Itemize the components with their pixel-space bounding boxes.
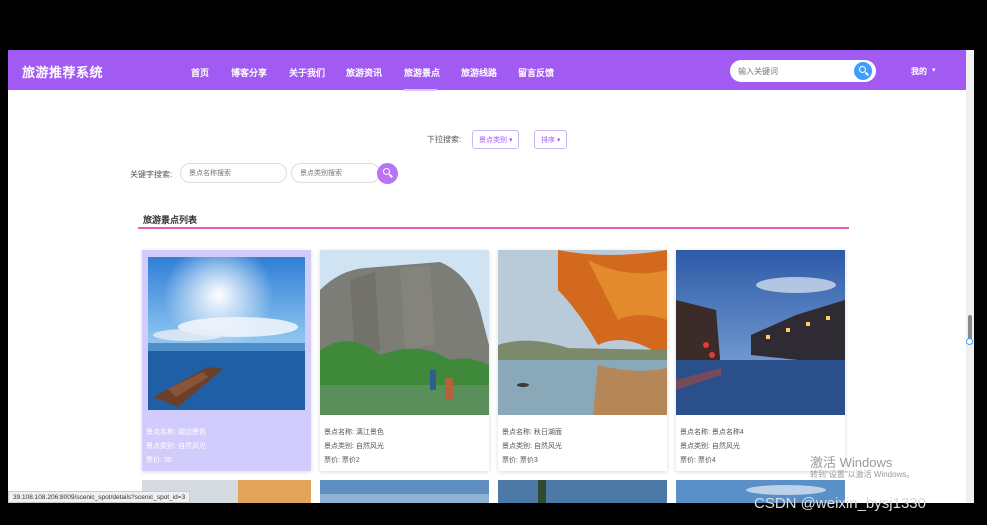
- top-letterbox: [0, 0, 987, 50]
- category-dropdown[interactable]: 景点类别 ▾: [472, 130, 520, 149]
- name-search-input[interactable]: [189, 168, 269, 179]
- csdn-watermark: CSDN @weixin_bysj1330: [754, 495, 926, 512]
- nav-blog[interactable]: 博客分享: [231, 66, 267, 79]
- scenic-image-autumn-lake: [498, 250, 667, 415]
- card-price: 票价: 票价2: [324, 457, 360, 464]
- navbar: 旅游推荐系统 首页 博客分享 关于我们 旅游资讯 旅游景点 旅游线路 留言反馈 …: [8, 50, 974, 91]
- header-search-input[interactable]: [738, 65, 850, 77]
- windows-activation-hint: 转到"设置"以激活 Windows。: [810, 470, 915, 479]
- nav-news[interactable]: 旅游资讯: [346, 66, 382, 79]
- card-type: 景点类别: 自然风光: [324, 443, 384, 450]
- keyword-search-label: 关键字搜索:: [130, 170, 173, 179]
- sort-dropdown[interactable]: 排序 ▾: [534, 130, 568, 149]
- nav-active-indicator: [404, 89, 437, 91]
- status-bar-url: 39.108.108.206:8009/scenic_spot/details?…: [8, 491, 191, 503]
- card-name: 景点名称: 漓江景色: [324, 429, 384, 436]
- category-dropdown-label: 景点类别: [479, 137, 507, 144]
- header-search-button[interactable]: [854, 62, 872, 80]
- sort-dropdown-label: 排序: [541, 137, 555, 144]
- type-search-input[interactable]: [300, 168, 380, 179]
- card-name: 景点名称: 秋日湖面: [502, 429, 562, 436]
- scenic-card[interactable]: 景点名称: 漓江景色 景点类别: 自然风光 票价: 票价2: [320, 250, 489, 471]
- card-type: 景点类别: 自然风光: [502, 443, 562, 450]
- card-type: 景点类别: 自然风光: [680, 443, 740, 450]
- card-name: 景点名称: 景点名称4: [680, 429, 744, 436]
- caret-down-icon: ▾: [508, 137, 513, 144]
- nav-scenic-spots[interactable]: 旅游景点: [404, 66, 440, 79]
- user-menu[interactable]: 我的: [911, 66, 927, 77]
- site-title[interactable]: 旅游推荐系统: [22, 62, 103, 81]
- caret-down-icon: ▾: [556, 137, 561, 144]
- page: 旅游推荐系统 首页 博客分享 关于我们 旅游资讯 旅游景点 旅游线路 留言反馈 …: [8, 50, 974, 503]
- chevron-down-icon: ▾: [932, 67, 936, 74]
- card-price: 票价: 30: [146, 457, 172, 464]
- name-search-field: [180, 163, 287, 183]
- card-type: 景点类别: 自然风光: [146, 443, 206, 450]
- section-title: 旅游景点列表: [143, 215, 198, 225]
- scroll-handle-icon[interactable]: [966, 338, 973, 345]
- nav-about[interactable]: 关于我们: [289, 66, 325, 79]
- card-price: 票价: 票价4: [680, 457, 716, 464]
- scenic-card[interactable]: 景点名称: 景点名称4 景点类别: 自然风光 票价: 票价4: [676, 250, 845, 471]
- scenic-image-water-town: [676, 250, 845, 415]
- scenic-card-partial[interactable]: [498, 480, 667, 503]
- keyword-search-button[interactable]: [377, 163, 398, 184]
- nav-feedback[interactable]: 留言反馈: [518, 66, 554, 79]
- type-search-field: [291, 163, 380, 183]
- scenic-card-partial[interactable]: [320, 480, 489, 503]
- scenic-card[interactable]: 景点名称: 湖边景色 景点类别: 自然风光 票价: 30: [142, 250, 311, 471]
- dropdown-search-label: 下拉搜索:: [427, 135, 462, 144]
- card-price: 票价: 票价3: [502, 457, 538, 464]
- nav-home[interactable]: 首页: [191, 66, 209, 79]
- section-divider: [138, 227, 849, 229]
- card-name: 景点名称: 湖边景色: [146, 429, 206, 436]
- scenic-image-lijiang: [320, 250, 489, 415]
- header-search: [730, 60, 876, 82]
- page-scrollbar[interactable]: [966, 50, 974, 503]
- scenic-card[interactable]: 景点名称: 秋日湖面 景点类别: 自然风光 票价: 票价3: [498, 250, 667, 471]
- scenic-image-lakeside: [148, 257, 305, 410]
- nav-routes[interactable]: 旅游线路: [461, 66, 497, 79]
